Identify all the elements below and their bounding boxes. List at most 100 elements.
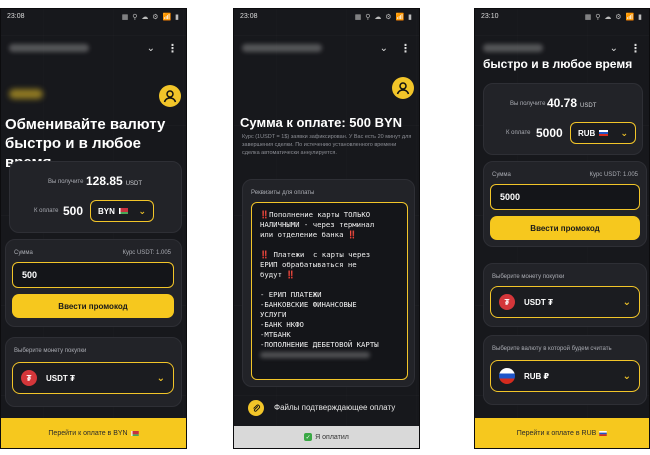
- requisites-line: -МТБАНК: [260, 330, 291, 339]
- tether-coin-icon: ₮: [499, 294, 515, 310]
- requisites-line: будут ‼️: [260, 270, 296, 279]
- status-bar: 23:08 ▦ ⚲ ☁ ⚙ 📶 ▮: [1, 9, 186, 23]
- requisites-line: - ЕРИП ПЛАТЕЖИ: [260, 290, 322, 299]
- chevron-down-icon: ⌄: [156, 372, 165, 384]
- calc-currency-card: Выберите валюту в которой будем считать …: [483, 335, 647, 405]
- files-label: Файлы подтверждающее оплату: [274, 403, 396, 412]
- phone-screen-2: 23:08 ▦ ⚲ ☁ ⚙ 📶 ▮ ⌄ ⋮ Сумма к оплате: 50…: [233, 8, 420, 449]
- coin-select[interactable]: ₮ USDT ₮ ⌄: [12, 362, 174, 394]
- amount-input[interactable]: 5000: [490, 184, 640, 210]
- calc-currency-select[interactable]: RUB ₽ ⌄: [490, 360, 640, 392]
- amount-card: Сумма Курс USDT: 1.005 5000 Ввести промо…: [483, 161, 647, 247]
- phone-screen-1: 23:08 ▦ ⚲ ☁ ⚙ 📶 ▮ ⌄ ⋮ Обменивайте валюту…: [0, 8, 187, 449]
- amount-label: Сумма: [492, 172, 511, 178]
- requisites-line: УСЛУГИ: [260, 310, 287, 319]
- requisites-line: НАЛИЧНЫМИ - через терминал: [260, 220, 375, 229]
- belarus-flag-icon: [130, 430, 139, 436]
- pay-value: 500: [63, 204, 84, 218]
- more-menu-icon[interactable]: ⋮: [167, 42, 178, 55]
- requisites-line: ‼️ Платежи с карты через: [260, 250, 371, 259]
- russia-flag-icon: [599, 130, 609, 136]
- requisites-line: или отделение банка ‼️: [260, 230, 357, 239]
- requisites-line: -БАНКОВСКИЕ ФИНАНСОВЫЕ: [260, 300, 357, 309]
- russia-flag-icon: [599, 430, 608, 436]
- rate-label: Курс USDT: 1.005: [589, 172, 638, 178]
- chevron-down-icon: ⌄: [622, 370, 631, 382]
- coin-select-value: USDT ₮: [524, 297, 553, 307]
- coin-select[interactable]: ₮ USDT ₮ ⌄: [490, 286, 640, 318]
- chevron-down-icon[interactable]: ⌄: [610, 43, 618, 54]
- chevron-down-icon[interactable]: ⌄: [380, 43, 388, 54]
- amount-card: Сумма Курс USDT: 1.005 500 Ввести промок…: [5, 239, 182, 327]
- i-paid-button[interactable]: ✓ Я оплатил: [234, 426, 419, 448]
- receive-value: 128.85 USDT: [86, 174, 143, 188]
- profile-avatar-icon[interactable]: [159, 85, 181, 107]
- requisites-card: Реквизиты для оплаты ‼️Пополнение карты …: [242, 179, 415, 387]
- app-bar: ⌄ ⋮: [1, 37, 186, 59]
- page-heading: быстро и в любое время: [483, 57, 633, 71]
- requisites-line: ‼️Пополнение карты ТОЛЬКО: [260, 210, 371, 219]
- amount-label: Сумма: [14, 250, 33, 256]
- rate-label: Курс USDT: 1.005: [122, 250, 171, 256]
- choose-coin-label: Выберите монету покупки: [14, 348, 87, 354]
- requisites-line: [260, 240, 399, 250]
- chevron-down-icon: ⌄: [620, 127, 628, 138]
- go-to-payment-button[interactable]: Перейти к оплате в BYN: [1, 418, 186, 448]
- payment-heading: Сумма к оплате: 500 BYN: [240, 115, 403, 130]
- blurred-chat-name: [483, 44, 543, 52]
- receive-label: Вы получите: [510, 101, 546, 107]
- currency-select-value: BYN: [98, 206, 115, 216]
- coin-card: Выберите монету покупки ₮ USDT ₮ ⌄: [483, 263, 647, 327]
- status-time: 23:08: [7, 13, 25, 20]
- chevron-down-icon[interactable]: ⌄: [147, 43, 155, 54]
- belarus-flag-icon: [118, 208, 128, 214]
- more-menu-icon[interactable]: ⋮: [400, 42, 411, 55]
- requisites-line: [260, 280, 399, 290]
- status-time: 23:08: [240, 13, 258, 20]
- status-icons: ▦ ⚲ ☁ ⚙ 📶 ▮: [584, 14, 643, 21]
- pay-label: К оплате: [34, 208, 59, 214]
- status-icons: ▦ ⚲ ☁ ⚙ 📶 ▮: [121, 14, 180, 21]
- currency-select[interactable]: BYN ⌄: [90, 200, 154, 222]
- receive-value: 40.78 USDT: [547, 96, 597, 110]
- chevron-down-icon: ⌄: [138, 205, 146, 216]
- coin-select-value: USDT ₮: [46, 373, 75, 383]
- go-to-payment-button[interactable]: Перейти к оплате в RUB: [475, 418, 649, 448]
- requisites-label: Реквизиты для оплаты: [251, 190, 315, 196]
- paperclip-icon[interactable]: [248, 400, 264, 416]
- pay-value: 5000: [536, 126, 563, 140]
- app-bar: ⌄ ⋮: [234, 37, 419, 59]
- status-time: 23:10: [481, 13, 499, 20]
- coin-card: Выберите монету покупки ₮ USDT ₮ ⌄: [5, 337, 182, 407]
- calc-currency-value: RUB ₽: [524, 371, 550, 381]
- exchange-card: Вы получите 128.85 USDT К оплате 500 BYN …: [9, 161, 182, 233]
- russia-flag-icon: [499, 368, 515, 384]
- blurred-chat-name: [242, 44, 322, 52]
- more-menu-icon[interactable]: ⋮: [630, 42, 641, 55]
- blurred-chat-name: [9, 44, 89, 52]
- promo-code-button[interactable]: Ввести промокод: [12, 294, 174, 318]
- check-icon: ✓: [304, 433, 313, 441]
- exchange-card: Вы получите 40.78 USDT К оплате 5000 RUB …: [483, 83, 643, 155]
- requisites-line: -ПОПОЛНЕНИЕ ДЕБЕТОВОЙ КАРТЫ: [260, 340, 379, 349]
- chevron-down-icon: ⌄: [622, 296, 631, 308]
- choose-currency-label: Выберите валюту в которой будем считать: [492, 346, 612, 352]
- currency-select-value: RUB: [578, 128, 596, 138]
- requisites-text: ‼️Пополнение карты ТОЛЬКО НАЛИЧНЫМИ - чер…: [251, 202, 408, 380]
- pay-label: К оплате: [506, 130, 531, 136]
- requisites-line: ЕРИП обрабатываться не: [260, 260, 357, 269]
- promo-code-button[interactable]: Ввести промокод: [490, 216, 640, 240]
- rate-fixed-note: Курс (1USDT = 1$) заявки зафиксирован. У…: [242, 134, 412, 156]
- status-icons: ▦ ⚲ ☁ ⚙ 📶 ▮: [354, 14, 413, 21]
- currency-select[interactable]: RUB ⌄: [570, 122, 636, 144]
- blurred-logo: [9, 89, 43, 99]
- phone-screen-3: 23:10 ▦ ⚲ ☁ ⚙ 📶 ▮ ⌄ ⋮ быстро и в любое в…: [474, 8, 650, 449]
- requisites-line: -БАНК НКФО: [260, 320, 304, 329]
- tether-coin-icon: ₮: [21, 370, 37, 386]
- blurred-requisites-line: [260, 350, 399, 360]
- status-bar: 23:08 ▦ ⚲ ☁ ⚙ 📶 ▮: [234, 9, 419, 23]
- choose-coin-label: Выберите монету покупки: [492, 274, 565, 280]
- profile-avatar-icon[interactable]: [392, 77, 414, 99]
- amount-input[interactable]: 500: [12, 262, 174, 288]
- receive-label: Вы получите: [48, 179, 84, 185]
